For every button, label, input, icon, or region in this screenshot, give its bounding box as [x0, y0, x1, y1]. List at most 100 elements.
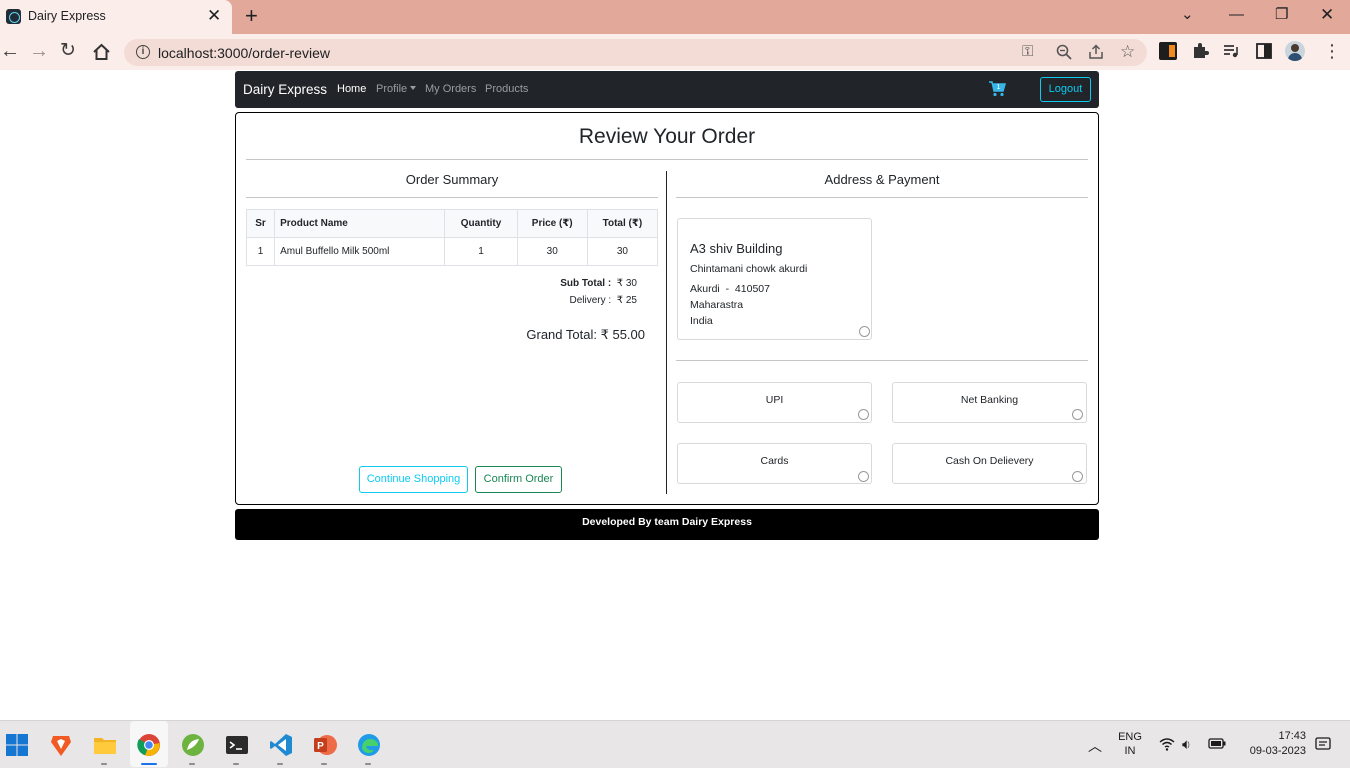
edge-icon[interactable]: [357, 733, 381, 757]
browser-tab[interactable]: Dairy Express ✕: [0, 0, 232, 34]
sub-total-label: Sub Total :: [560, 278, 612, 289]
col-sr: Sr: [245, 209, 276, 238]
payment-option-cards[interactable]: Cards: [677, 443, 872, 484]
upi-radio[interactable]: [858, 409, 869, 420]
address-state: Maharastra: [690, 299, 744, 311]
col-product-name: Product Name: [274, 209, 446, 238]
grand-total: Grand Total: ₹ 55.00: [526, 327, 645, 342]
address-building: A3 shiv Building: [690, 241, 783, 256]
file-explorer-icon[interactable]: [93, 733, 117, 757]
vscode-running-indicator: [277, 763, 283, 765]
payment-label: UPI: [765, 394, 784, 406]
svg-text:P: P: [317, 741, 324, 752]
vscode-icon[interactable]: [269, 733, 293, 757]
cell-product-name: Amul Buffello Milk 500ml: [274, 237, 446, 266]
reload-icon[interactable]: ↻: [60, 40, 76, 62]
table-row: 1 Amul Buffello Milk 500ml 1 30 30: [245, 237, 659, 266]
browser-tabstrip: Dairy Express ✕ + ⌄ — ❐ ✕: [0, 0, 1350, 34]
payment-divider: [676, 360, 1088, 361]
payment-label: Net Banking: [960, 394, 1019, 406]
battery-icon[interactable]: [1208, 737, 1226, 750]
cart-icon[interactable]: 1: [988, 79, 1006, 97]
home-icon[interactable]: [92, 43, 111, 61]
delivery-label: Delivery :: [569, 295, 612, 306]
site-info-icon[interactable]: i: [136, 45, 150, 59]
payment-option-upi[interactable]: UPI: [677, 382, 872, 423]
caret-down-icon: [410, 86, 417, 90]
close-tab-icon[interactable]: ✕: [207, 6, 221, 26]
delivery-value: ₹ 25: [616, 295, 637, 306]
close-window-icon[interactable]: ✕: [1320, 6, 1334, 24]
cards-radio[interactable]: [858, 471, 869, 482]
nav-profile-dropdown[interactable]: Profile: [376, 83, 417, 95]
order-review-card: Review Your Order Order Summary Sr Produ…: [235, 112, 1099, 505]
address-radio[interactable]: [859, 326, 870, 337]
extensions-puzzle-icon[interactable]: [1191, 42, 1209, 60]
clock-date: 09-03-2023: [1249, 745, 1306, 757]
minimize-icon[interactable]: —: [1229, 6, 1244, 24]
powerpoint-icon[interactable]: P: [313, 733, 337, 757]
volume-icon[interactable]: 🔉︎: [1182, 736, 1191, 753]
col-price: Price (₹): [516, 209, 588, 238]
summary-divider: [246, 197, 658, 198]
order-summary-title: Order Summary: [405, 172, 499, 187]
tab-search-chevron-icon[interactable]: ⌄: [1181, 6, 1194, 24]
language-indicator[interactable]: ENG IN: [1115, 731, 1145, 757]
brave-browser-icon[interactable]: [49, 733, 73, 757]
spring-tools-icon[interactable]: [181, 733, 205, 757]
powerpoint-running-indicator: [321, 763, 327, 765]
sub-total-value: ₹ 30: [616, 278, 637, 289]
react-favicon-icon: [6, 9, 21, 24]
cod-radio[interactable]: [1072, 471, 1083, 482]
footer-text: Developed By team Dairy Express: [582, 516, 752, 528]
new-tab-icon[interactable]: +: [245, 3, 258, 29]
confirm-order-button[interactable]: Confirm Order: [475, 466, 562, 493]
logout-button[interactable]: Logout: [1040, 77, 1091, 102]
spring-running-indicator: [189, 763, 195, 765]
payment-label: Cash On Delievery: [945, 455, 1034, 467]
col-total: Total (₹): [586, 209, 659, 238]
cell-price: 30: [516, 237, 588, 266]
address-country: India: [690, 315, 713, 327]
forward-icon[interactable]: →: [29, 40, 49, 62]
browser-menu-icon[interactable]: ⋮: [1323, 40, 1341, 62]
cell-sr: 1: [245, 237, 276, 266]
bookmark-star-icon[interactable]: ☆: [1120, 43, 1135, 61]
page-title: Review Your Order: [578, 125, 756, 148]
profile-avatar[interactable]: [1285, 41, 1305, 61]
key-icon[interactable]: ⚿: [1022, 43, 1033, 61]
back-icon[interactable]: ←: [0, 40, 20, 62]
media-queue-icon[interactable]: [1222, 42, 1240, 60]
terminal-running-indicator: [233, 763, 239, 765]
notification-icon[interactable]: [1315, 736, 1331, 752]
cell-total: 30: [586, 237, 659, 266]
windows-start-icon[interactable]: [5, 733, 29, 757]
lighthouse-extension-icon[interactable]: [1159, 42, 1177, 60]
site-navbar: Dairy Express Home Profile My Orders Pro…: [235, 71, 1099, 108]
net-banking-radio[interactable]: [1072, 409, 1083, 420]
clock[interactable]: 17:43 09-03-2023: [1238, 730, 1306, 757]
lang-line2: IN: [1124, 745, 1136, 757]
payment-option-net-banking[interactable]: Net Banking: [892, 382, 1087, 423]
col-quantity: Quantity: [444, 209, 518, 238]
table-header-row: Sr Product Name Quantity Price (₹) Total…: [245, 209, 659, 238]
sub-total-line: Sub Total : ₹ 30: [560, 278, 637, 289]
zoom-icon[interactable]: [1056, 44, 1072, 60]
nav-home[interactable]: Home: [337, 83, 366, 95]
wifi-icon[interactable]: [1159, 737, 1175, 751]
side-panel-icon[interactable]: [1255, 42, 1273, 60]
terminal-icon[interactable]: [225, 733, 249, 757]
address-bar[interactable]: i localhost:3000/order-review ⚿ ☆: [124, 39, 1147, 66]
chrome-icon[interactable]: [137, 733, 161, 757]
share-icon[interactable]: [1088, 44, 1104, 60]
continue-shopping-button[interactable]: Continue Shopping: [359, 466, 468, 493]
payment-option-cod[interactable]: Cash On Delievery: [892, 443, 1087, 484]
address-street: Chintamani chowk akurdi: [690, 263, 808, 275]
nav-my-orders[interactable]: My Orders: [425, 83, 476, 95]
show-hidden-icons-chevron-icon[interactable]: ︿: [1088, 736, 1102, 756]
tab-title: Dairy Express: [28, 9, 106, 23]
restore-icon[interactable]: ❐: [1275, 6, 1288, 24]
address-card[interactable]: A3 shiv Building Chintamani chowk akurdi…: [677, 218, 872, 340]
brand-link[interactable]: Dairy Express: [243, 82, 327, 97]
nav-products[interactable]: Products: [485, 83, 528, 95]
